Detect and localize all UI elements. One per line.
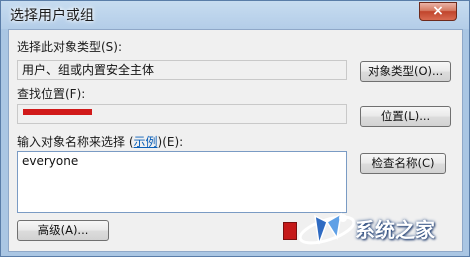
title-bar[interactable]: 选择用户或组 × <box>1 1 469 29</box>
location-field <box>17 104 347 124</box>
watermark-red-block <box>283 222 297 240</box>
watermark-logo-icon <box>298 212 356 245</box>
location-label: 查找位置(F): <box>17 87 86 101</box>
watermark-text: 系统之家 <box>355 218 435 242</box>
window-title: 选择用户或组 <box>10 8 94 24</box>
object-type-value: 用户、组或内置安全主体 <box>22 63 155 77</box>
object-names-label-prefix: 输入对象名称来选择 ( <box>17 135 134 149</box>
check-names-button[interactable]: 检查名称(C) <box>360 153 446 174</box>
advanced-button[interactable]: 高级(A)... <box>17 220 109 241</box>
object-names-value: everyone <box>22 154 79 168</box>
object-type-label: 选择此对象类型(S): <box>17 40 123 54</box>
location-redacted-value <box>23 109 92 115</box>
close-button[interactable]: × <box>419 2 457 21</box>
object-type-field: 用户、组或内置安全主体 <box>17 60 347 80</box>
object-types-button[interactable]: 对象类型(O)... <box>360 61 451 82</box>
locations-button[interactable]: 位置(L)... <box>360 106 451 127</box>
select-users-dialog: 选择用户或组 × 选择此对象类型(S): 用户、组或内置安全主体 对象类型(O)… <box>0 0 470 257</box>
object-names-label: 输入对象名称来选择 (示例)(E): <box>17 133 183 150</box>
site-watermark: 系统之家 <box>283 202 463 252</box>
object-names-label-suffix: )(E): <box>157 135 184 149</box>
examples-link[interactable]: 示例 <box>134 135 158 149</box>
close-icon: × <box>432 3 444 19</box>
